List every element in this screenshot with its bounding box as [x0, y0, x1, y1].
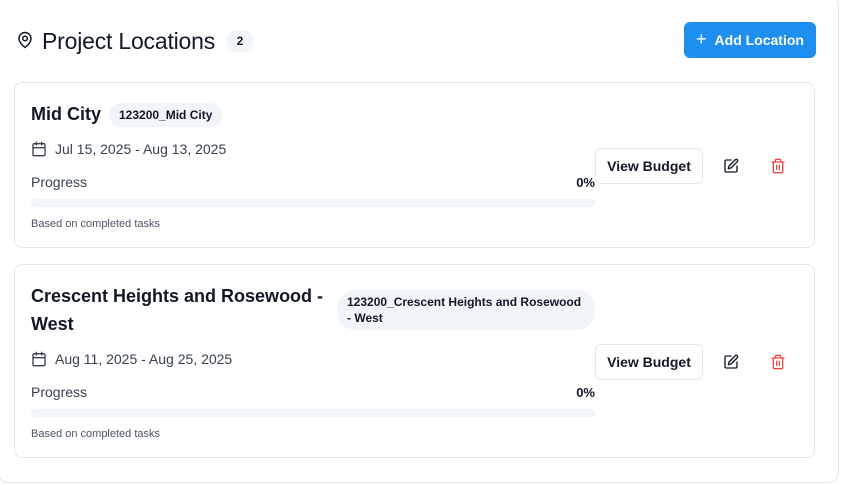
- plus-icon: +: [696, 29, 707, 49]
- panel-header: Project Locations 2 + Add Location: [14, 22, 816, 60]
- edit-icon: [724, 354, 739, 369]
- progress-percent: 0%: [576, 385, 595, 400]
- date-range: Jul 15, 2025 - Aug 13, 2025: [31, 141, 226, 157]
- calendar-icon: [32, 351, 46, 367]
- delete-location-button[interactable]: [763, 347, 793, 377]
- trash-icon: [771, 354, 785, 370]
- progress-note: Based on completed tasks: [31, 428, 161, 440]
- delete-location-button[interactable]: [763, 151, 793, 181]
- page-title: Project Locations: [42, 28, 216, 54]
- location-card: Mid City 123200_Mid City Jul 15, 2025 - …: [14, 82, 815, 248]
- calendar-icon: [32, 141, 46, 157]
- progress-percent: 0%: [576, 175, 595, 190]
- add-location-label: Add Location: [714, 32, 804, 48]
- location-code-badge: 123200_Crescent Heights and Rosewood - W…: [337, 290, 595, 330]
- view-budget-button[interactable]: View Budget: [595, 344, 703, 380]
- date-range: Aug 11, 2025 - Aug 25, 2025: [31, 351, 232, 367]
- location-card: Crescent Heights and Rosewood - West 123…: [14, 264, 815, 458]
- edit-icon: [724, 158, 739, 173]
- trash-icon: [771, 158, 785, 174]
- progress-label: Progress: [31, 174, 88, 190]
- location-count-badge: 2: [226, 30, 254, 52]
- view-budget-button[interactable]: View Budget: [595, 148, 703, 184]
- date-range-text: Jul 15, 2025 - Aug 13, 2025: [55, 141, 227, 157]
- edit-location-button[interactable]: [716, 151, 746, 181]
- location-name: Mid City: [31, 104, 101, 124]
- location-name: Crescent Heights and Rosewood - West: [31, 286, 324, 334]
- progress-bar: [31, 199, 595, 207]
- progress-note: Based on completed tasks: [31, 218, 161, 230]
- date-range-text: Aug 11, 2025 - Aug 25, 2025: [55, 351, 233, 367]
- progress-bar: [31, 409, 595, 417]
- map-pin-icon: [18, 31, 32, 49]
- location-code-badge: 123200_Mid City: [109, 103, 223, 127]
- progress-label: Progress: [31, 384, 88, 400]
- add-location-button[interactable]: + Add Location: [684, 22, 816, 58]
- edit-location-button[interactable]: [716, 347, 746, 377]
